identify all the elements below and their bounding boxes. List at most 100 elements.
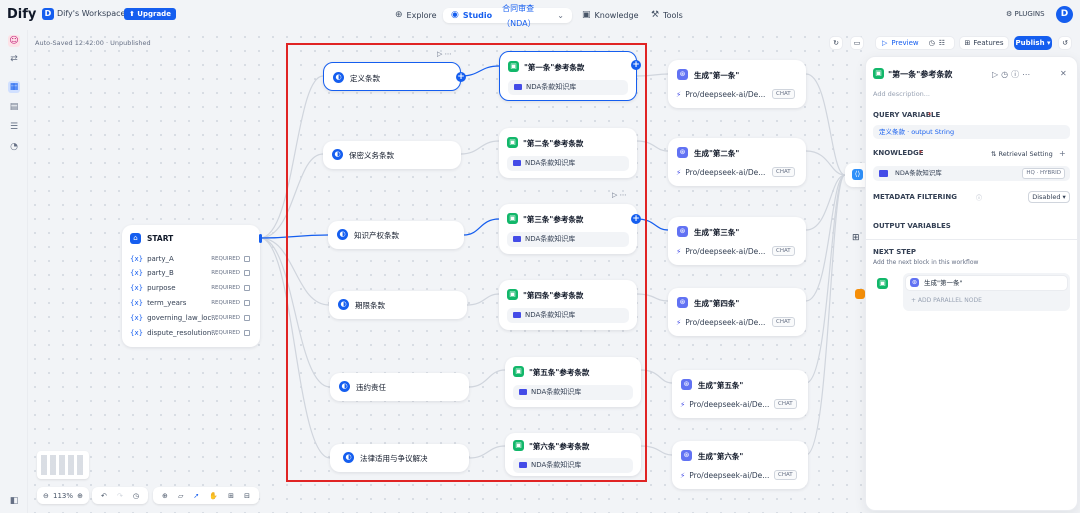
next-step-description: Add the next block in this workflow: [873, 259, 979, 266]
knowledge-node[interactable]: ▣ "第五条"参考条款 NDA条款知识库: [505, 357, 641, 407]
start-node-title: START: [147, 234, 174, 243]
llm-icon: ⊛: [681, 379, 692, 390]
retrieval-mode-badge: HQ · HYBRID: [1022, 168, 1065, 179]
description-input[interactable]: Add description...: [873, 90, 930, 98]
question-node[interactable]: ◐ 违约责任: [330, 373, 469, 401]
kb-item: NDA条款知识库: [513, 385, 633, 400]
next-node-item[interactable]: ⊛ 生成"第一条": [905, 275, 1068, 291]
llm-icon: ⊛: [677, 147, 688, 158]
node-title: "第五条"参考条款: [529, 368, 590, 377]
start-node[interactable]: ⌂ START {x} party_A REQUIRED {x} party_B REQ…: [122, 225, 262, 347]
edge: [259, 75, 324, 239]
start-variable: {x} term_years REQUIRED: [130, 296, 252, 310]
llm-node[interactable]: ⊛ 生成"第六条" ⚡ Pro/deepseek-ai/De... CHAT: [672, 441, 808, 489]
edge: [259, 153, 324, 239]
panel-actions[interactable]: ▷◷ⓘ⋯: [992, 69, 1033, 80]
required-marker: *: [928, 111, 932, 119]
edge: [636, 140, 669, 152]
question-node[interactable]: ◐ 法律适用与争议解决: [330, 444, 469, 472]
model-name: ⚡ Pro/deepseek-ai/De...: [676, 90, 766, 99]
folder-icon: [519, 462, 527, 468]
edge: [636, 73, 669, 77]
llm-icon: ⊛: [681, 450, 692, 461]
question-icon: ◐: [333, 72, 344, 83]
add-node-icon[interactable]: +: [631, 60, 641, 70]
edge: [468, 369, 506, 388]
add-knowledge-icon[interactable]: +: [1059, 149, 1066, 158]
node-title: 定义条款: [350, 74, 380, 83]
model-name: ⚡ Pro/deepseek-ai/De...: [676, 318, 766, 327]
knowledge-label: KNOWLEDGE: [873, 149, 924, 157]
edge: [640, 445, 673, 456]
output-port[interactable]: [259, 234, 262, 243]
llm-node[interactable]: ⊛ 生成"第五条" ⚡ Pro/deepseek-ai/De... CHAT: [672, 370, 808, 418]
retrieval-setting-button[interactable]: ⇅ Retrieval Setting: [991, 150, 1053, 158]
add-node-icon[interactable]: +: [456, 72, 466, 82]
llm-node[interactable]: ⊛ 生成"第四条" ⚡ Pro/deepseek-ai/De... CHAT: [668, 288, 806, 336]
question-node[interactable]: ◐ 知识产权条款: [328, 221, 464, 249]
model-mode-badge: CHAT: [772, 89, 795, 99]
node-title: 生成"第六条": [698, 452, 744, 461]
knowledge-node[interactable]: ▣ "第二条"参考条款 NDA条款知识库: [499, 128, 637, 178]
model-name: ⚡ Pro/deepseek-ai/De...: [676, 247, 766, 256]
knowledge-retrieval-icon: ▣: [507, 137, 518, 148]
metadata-select[interactable]: Disabled ▾: [1028, 191, 1070, 203]
llm-icon: ⊛: [910, 278, 919, 287]
question-icon: ◐: [339, 381, 350, 392]
question-node[interactable]: ◐ 保密义务条款: [323, 141, 461, 169]
node-title: "第六条"参考条款: [529, 442, 590, 451]
edge: [636, 293, 669, 302]
chevron-right-icon[interactable]: ›: [942, 222, 945, 230]
llm-icon: ⊛: [677, 297, 688, 308]
llm-node[interactable]: ⊛ 生成"第一条" ⚡ Pro/deepseek-ai/De... CHAT: [668, 60, 806, 108]
kb-item: NDA条款知识库: [507, 308, 629, 323]
model-mode-badge: CHAT: [772, 246, 795, 256]
knowledge-retrieval-icon: ▣: [507, 289, 518, 300]
model-mode-badge: CHAT: [774, 399, 797, 409]
knowledge-node[interactable]: ▣ "第四条"参考条款 NDA条款知识库: [499, 280, 637, 330]
node-title: "第三条"参考条款: [523, 215, 584, 224]
knowledge-item[interactable]: NDA条款知识库 HQ · HYBRID: [873, 166, 1070, 181]
code-icon: ⟨⟩: [852, 169, 863, 180]
question-icon: ◐: [338, 299, 349, 310]
output-variables-label[interactable]: OUTPUT VARIABLES: [873, 222, 951, 230]
edge: [805, 150, 846, 176]
question-icon: ◐: [337, 229, 348, 240]
start-variable: {x} party_B REQUIRED: [130, 266, 252, 280]
knowledge-node[interactable]: ▣ "第三条"参考条款 NDA条款知识库: [499, 204, 637, 254]
knowledge-node[interactable]: ▣ "第一条"参考条款 NDA条款知识库: [499, 51, 637, 101]
next-step-label: NEXT STEP: [873, 248, 916, 256]
folder-icon: [879, 170, 888, 177]
start-variable: {x} governing_law_loc... REQUIRED: [130, 311, 252, 325]
node-title: "第二条"参考条款: [523, 139, 584, 148]
knowledge-retrieval-icon: ▣: [513, 440, 524, 451]
model-mode-badge: CHAT: [774, 470, 797, 480]
start-variable: {x} purpose REQUIRED: [130, 281, 252, 295]
model-name: ⚡ Pro/deepseek-ai/De...: [680, 471, 770, 480]
folder-icon: [513, 160, 521, 166]
add-parallel-node-button[interactable]: + ADD PARALLEL NODE: [911, 297, 982, 304]
model-mode-badge: CHAT: [772, 167, 795, 177]
edge: [466, 293, 500, 306]
node-title: "第一条"参考条款: [524, 63, 585, 72]
llm-node[interactable]: ⊛ 生成"第二条" ⚡ Pro/deepseek-ai/De... CHAT: [668, 138, 806, 186]
panel-title[interactable]: "第一条"参考条款: [888, 69, 952, 80]
start-variable: {x} party_A REQUIRED: [130, 252, 252, 266]
knowledge-retrieval-icon: ▣: [873, 68, 884, 79]
folder-icon: [514, 84, 522, 90]
knowledge-node[interactable]: ▣ "第六条"参考条款 NDA条款知识库: [505, 433, 641, 476]
question-node[interactable]: ◐ 定义条款: [323, 62, 461, 91]
query-variable-field[interactable]: 定义条款 · output String: [873, 125, 1070, 139]
llm-icon: ⊛: [677, 226, 688, 237]
metadata-label: METADATA FILTERING: [873, 193, 958, 201]
add-node-icon[interactable]: +: [631, 214, 641, 224]
question-node[interactable]: ◐ 期限条款: [329, 291, 467, 319]
node-title: 违约责任: [356, 383, 386, 392]
node-title: 知识产权条款: [354, 231, 399, 240]
model-mode-badge: CHAT: [772, 317, 795, 327]
llm-node[interactable]: ⊛ 生成"第三条" ⚡ Pro/deepseek-ai/De... CHAT: [668, 217, 806, 265]
close-icon[interactable]: ✕: [1060, 69, 1067, 78]
next-step-list: ⊛ 生成"第一条" + ADD PARALLEL NODE: [903, 273, 1070, 311]
question-icon: ◐: [332, 149, 343, 160]
node-title: 法律适用与争议解决: [360, 454, 428, 463]
